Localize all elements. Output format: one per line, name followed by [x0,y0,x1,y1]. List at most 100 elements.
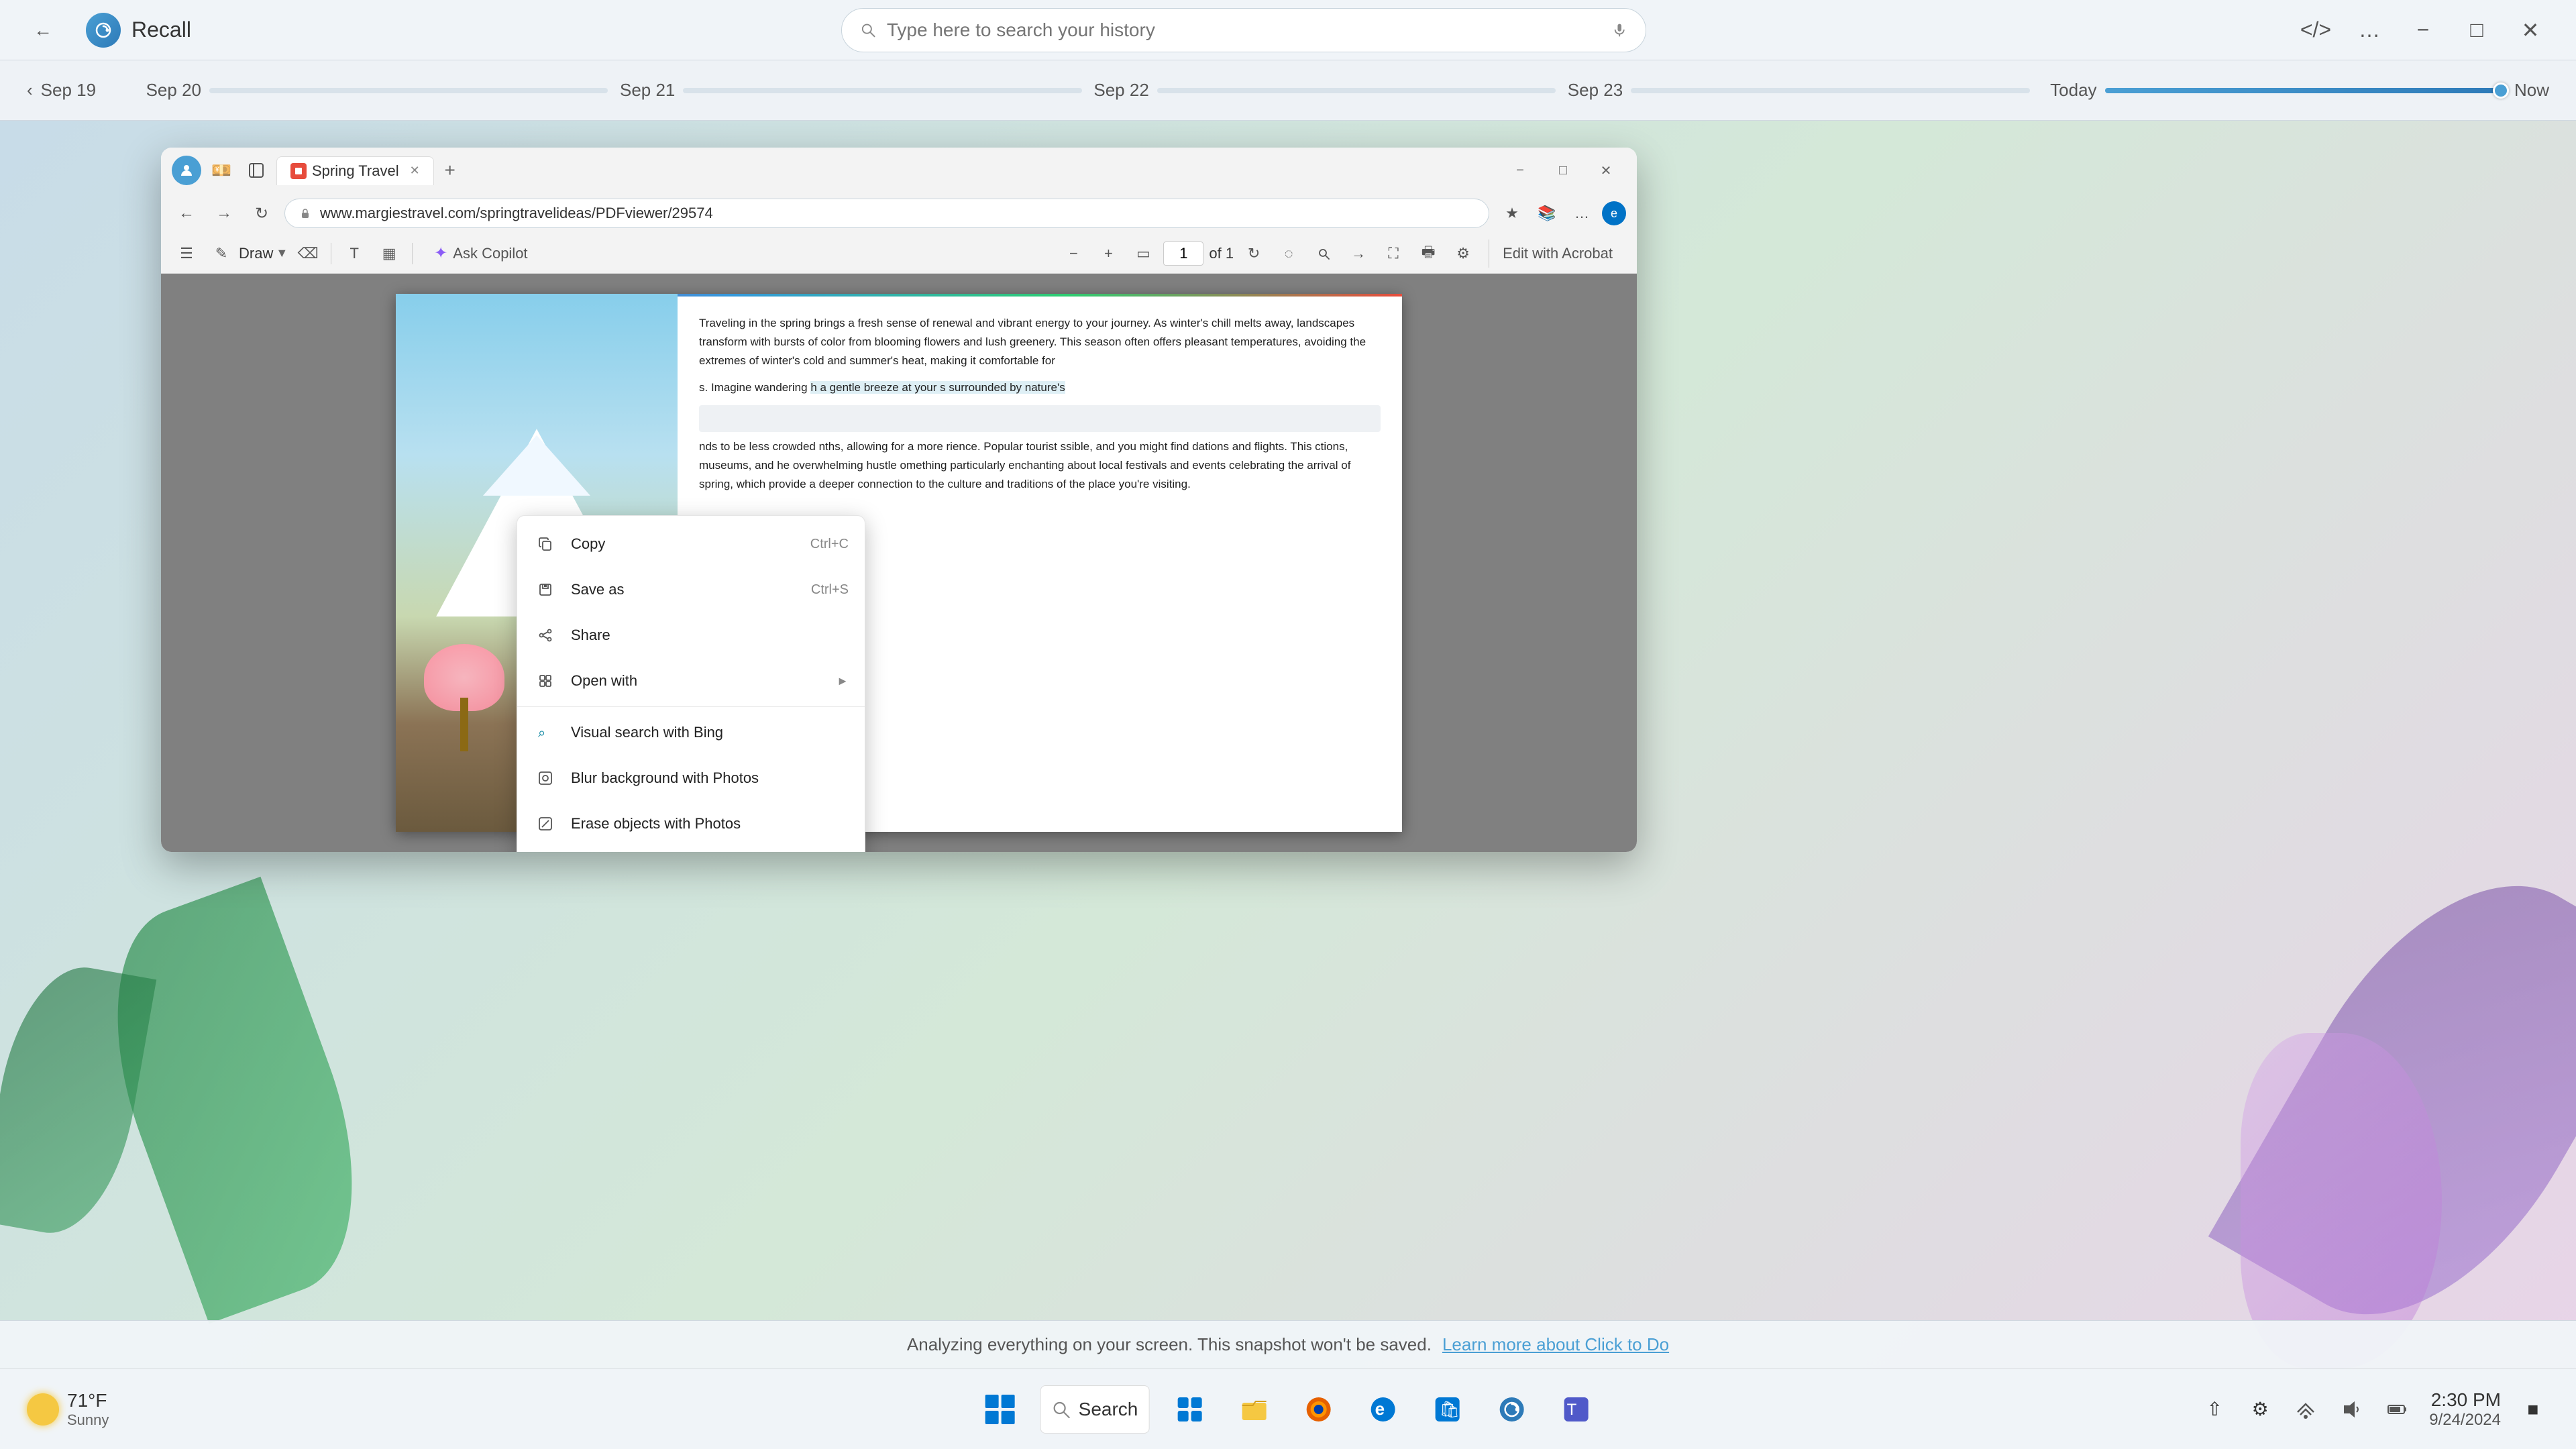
system-tray: ⇧ ⚙ [2198,1393,2413,1426]
browser-tab-spring-travel[interactable]: Spring Travel ✕ [276,156,434,185]
edge-icon-button[interactable]: e [1602,201,1626,225]
pdf-paragraph-1: Traveling in the spring brings a fresh s… [699,314,1381,370]
ctx-blur-bg[interactable]: Blur background with Photos [517,755,865,801]
address-input[interactable] [320,205,1475,222]
pdf-eraser-button[interactable]: ⌫ [293,239,323,268]
firefox-button[interactable] [1294,1385,1342,1434]
task-view-icon [1175,1395,1204,1424]
ctx-open-with[interactable]: Open with ► [517,658,865,704]
timeline-sep23: Sep 23 [1556,80,2029,101]
ctx-blur-label: Blur background with Photos [571,769,849,787]
browser-minimize-button[interactable]: − [1500,156,1540,185]
pdf-rotate-button[interactable]: ↻ [1239,239,1269,268]
taskbar-recall-button[interactable] [1487,1385,1536,1434]
tray-expand-button[interactable]: ⇧ [2198,1393,2231,1426]
code-button[interactable]: </> [2297,11,2334,49]
pdf-search-button[interactable] [1309,239,1338,268]
pdf-draw-group: ✎ Draw ▼ [207,239,288,268]
favorites-button[interactable]: ★ [1497,199,1527,228]
system-clock[interactable]: 2:30 PM 9/24/2024 [2429,1389,2501,1430]
start-button[interactable] [976,1385,1024,1434]
minimize-recall-button[interactable]: − [2404,11,2442,49]
ctx-save-shortcut: Ctrl+S [811,582,849,598]
pdf-content: Traveling in the spring brings a fresh s… [161,274,1637,852]
pdf-page-input[interactable] [1163,241,1203,266]
maximize-recall-button[interactable]: □ [2458,11,2496,49]
recall-controls: </> … − □ ✕ [2297,11,2549,49]
tree-trunk [460,698,468,751]
timeline-sep22-label: Sep 22 [1082,80,1149,101]
ctx-copy[interactable]: Copy Ctrl+C [517,521,865,567]
pdf-draw-dropdown[interactable]: ▼ [276,246,288,260]
browser-window-controls: − □ ✕ [1500,156,1626,185]
pdf-settings-button[interactable]: ⚙ [1448,239,1478,268]
ctx-visual-search[interactable]: ⌕ Visual search with Bing [517,710,865,755]
recall-search-input[interactable] [887,19,1601,41]
task-view-button[interactable] [1165,1385,1214,1434]
pdf-list-button[interactable]: ☰ [172,239,201,268]
browser-wallet-icon[interactable]: 💴 [207,156,236,185]
browser-sidebar-icon[interactable] [241,156,271,185]
settings-tray-icon[interactable]: ⚙ [2244,1393,2276,1426]
forward-button[interactable]: → [209,199,239,228]
pdf-fullscreen-button[interactable]: ⛶ [1379,239,1408,268]
win-logo-sq-3 [985,1411,999,1424]
ctx-erase-objects[interactable]: Erase objects with Photos [517,801,865,847]
battery-icon[interactable] [2381,1393,2413,1426]
more-options-button[interactable]: … [2351,11,2388,49]
browser-profile-icon[interactable] [172,156,201,185]
pdf-zoom-out-button[interactable]: − [1059,239,1088,268]
svg-text:e: e [1375,1399,1384,1419]
timeline-prev[interactable]: ‹ Sep 19 [27,80,134,101]
volume-icon[interactable] [2335,1393,2367,1426]
pdf-zoom-in-button[interactable]: + [1093,239,1123,268]
recall-back-button[interactable]: ← [27,14,59,46]
edge-button[interactable]: e [1358,1385,1407,1434]
taskbar-search-button[interactable]: Search [1040,1385,1150,1434]
pdf-share-button[interactable]: → [1344,239,1373,268]
battery-indicator [2386,1399,2408,1420]
recall-bar: ← Recall </> … − □ ✕ [0,0,2576,60]
clock-date: 9/24/2024 [2429,1411,2501,1430]
pdf-pencil-button[interactable]: ✎ [207,239,236,268]
new-tab-button[interactable]: + [437,157,464,184]
notifications-button[interactable]: ■ [2517,1393,2549,1426]
browser-close-button[interactable]: ✕ [1586,156,1626,185]
network-icon[interactable] [2290,1393,2322,1426]
tab-close-button[interactable]: ✕ [410,164,420,178]
pdf-fit-button[interactable]: ▭ [1128,239,1158,268]
learn-more-link[interactable]: Learn more about Click to Do [1442,1334,1669,1355]
pdf-textselect-button[interactable]: ▦ [374,239,404,268]
pdf-highlight-button[interactable]: T [339,239,369,268]
main-content: 💴 Spring Travel ✕ + [0,121,2576,1368]
ctx-save-as[interactable]: Save as Ctrl+S [517,567,865,612]
timeline-sep23-track [1631,88,2029,93]
back-button[interactable]: ← [172,199,201,228]
ctx-open-with-label: Open with [571,672,823,690]
store-button[interactable]: 🛍 [1423,1385,1471,1434]
pdf-page-total: of 1 [1209,245,1234,262]
ctx-separator-1 [517,706,865,707]
refresh-button[interactable]: ↻ [247,199,276,228]
wallpaper-flower [2241,1033,2442,1368]
edit-acrobat-button[interactable]: Edit with Acrobat [1489,239,1626,268]
taskbar-center: Search [976,1385,1601,1434]
browser-maximize-button[interactable]: □ [1543,156,1583,185]
teams-button[interactable]: T [1552,1385,1600,1434]
ctx-remove-bg[interactable]: Remove background with Paint [517,847,865,852]
file-explorer-button[interactable] [1230,1385,1278,1434]
close-recall-button[interactable]: ✕ [2512,11,2549,49]
blur-bg-icon [533,766,557,790]
pdf-scroll-area[interactable]: Traveling in the spring brings a fresh s… [161,274,1637,852]
timeline-today: Today [2030,80,2504,101]
pdf-immersive-button[interactable]: ◌ [1274,239,1303,268]
more-addr-button[interactable]: … [1567,199,1597,228]
read-mode-button[interactable]: 📚 [1532,199,1562,228]
edge-icon: e [1368,1395,1397,1424]
pdf-print-button[interactable]: 🖶 [1413,239,1443,268]
timeline-sep21-label: Sep 21 [608,80,675,101]
ask-copilot-button[interactable]: ✦ Ask Copilot [421,238,541,268]
taskbar-search-icon [1052,1400,1071,1419]
ctx-share[interactable]: Share [517,612,865,658]
microphone-icon[interactable] [1612,22,1627,38]
